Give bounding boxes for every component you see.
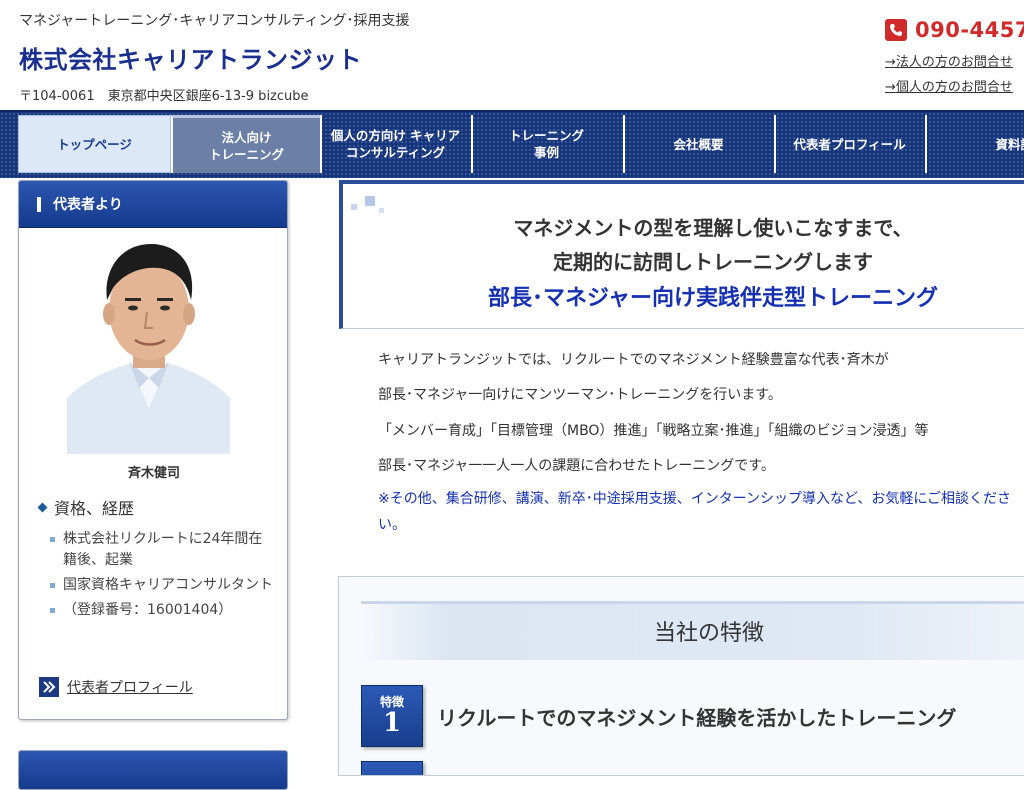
corporate-inquiry-link[interactable]: →法人の方のお問合せ: [885, 51, 1024, 70]
nav-top-page[interactable]: トップページ: [18, 115, 171, 173]
sidebar-heading-text: 代表者より: [53, 197, 123, 213]
company-address: 〒104-0061 東京都中央区銀座6-13-9 bizcube: [19, 89, 309, 104]
ceo-name: 斉木健司: [127, 466, 180, 481]
diamond-bullet-icon: [37, 502, 48, 512]
hero-line-1: マネジメントの型を理解し使いこなすまで、: [513, 216, 913, 240]
company-name-logo[interactable]: 株式会社キャリアトランジット: [19, 40, 362, 75]
nav-label: 会社概要: [673, 136, 724, 152]
list-item: 国家資格キャリアコンサルタント: [49, 575, 274, 596]
global-nav: トップページ 法人向け トレーニング 個人の方向け キャリアコンサルティング ト…: [0, 110, 1024, 178]
intro-paragraph-1: キャリアトランジットでは、リクルートでのマネジメント経験豊富な代表･斉木が: [378, 352, 889, 368]
feature-badge: [361, 761, 423, 775]
nav-corporate-training[interactable]: 法人向け トレーニング: [171, 115, 320, 173]
double-chevron-right-icon: [39, 677, 59, 697]
header-contact: 090-4457- →法人の方のお問合せ →個人の方のお問合せ: [885, 18, 1024, 95]
credentials-heading-text: 資格、経歴: [54, 499, 135, 518]
features-title: 当社の特徴: [653, 621, 764, 646]
hero-line-2: 定期的に訪問しトレーニングします: [553, 250, 873, 274]
nav-request-docs[interactable]: 資料請求: [925, 115, 1024, 173]
sidebar-heading: 代表者より: [19, 181, 287, 228]
sidebar-second-box: [18, 750, 288, 790]
phone-number[interactable]: 090-4457-: [915, 18, 1024, 42]
nav-training-cases[interactable]: トレーニング 事例: [471, 115, 620, 173]
credentials-list: 株式会社リクルートに24年間在籍後、起業 国家資格キャリアコンサルタント （登録…: [49, 529, 274, 625]
feature-badge: 特徴 1: [361, 685, 423, 747]
ceo-profile-link-text: 代表者プロフィール: [67, 680, 193, 696]
feature-badge-number: 1: [382, 707, 402, 738]
hero-banner: マネジメントの型を理解し使いこなすまで、 定期的に訪問しトレーニングします 部長…: [339, 180, 1024, 329]
credentials-heading: 資格、経歴: [37, 495, 135, 519]
nav-label: 法人向け トレーニング: [208, 129, 284, 162]
intro-paragraph-4: 部長･マネジャ一一人一人の課題に合わせたトレーニングです。: [378, 458, 775, 474]
individual-inquiry-link[interactable]: →個人の方のお問合せ: [885, 76, 1024, 95]
intro-paragraph-2: 部長･マネジャ一向けにマンツーマン･トレーニングを行います。: [378, 387, 782, 403]
ceo-profile-link[interactable]: 代表者プロフィール: [39, 677, 193, 697]
nav-label: トップページ: [57, 136, 132, 152]
list-item: （登録番号：16001404）: [49, 600, 274, 621]
feature-text: リクルートでのマネジメント経験を活かしたトレーニング: [437, 705, 957, 730]
feature-badge-label: 特徴: [379, 694, 404, 709]
nav-individual-career[interactable]: 個人の方向け キャリアコンサルティング: [320, 115, 469, 173]
feature-item: [361, 761, 437, 775]
nav-label: 資料請求: [995, 136, 1024, 152]
nav-label: 代表者プロフィール: [793, 136, 906, 152]
site-header: マネジャートレーニング･キャリアコンサルティング･採用支援 株式会社キャリアトラ…: [0, 0, 1024, 110]
nav-label: 個人の方向け キャリアコンサルティング: [330, 128, 461, 160]
phone-number-row: 090-4457-: [885, 18, 1024, 42]
phone-icon: [885, 19, 907, 41]
nav-ceo-profile[interactable]: 代表者プロフィール: [774, 115, 923, 173]
intro-paragraph-3: 「メンバー育成」「目標管理（MBO）推進」「戦略立案･推進」「組織のビジョン浸透…: [378, 423, 929, 439]
features-section: 当社の特徴 特徴 1 リクルートでのマネジメント経験を活かしたトレーニング: [338, 576, 1024, 776]
intro-note: ※その他、集合研修、講演、新卒･中途採用支援、インターンシップ導入など、お気軽に…: [378, 491, 1012, 533]
sidebar-second-heading: [19, 751, 287, 789]
heading-bar-icon: [37, 196, 41, 212]
nav-label: トレーニング 事例: [508, 128, 584, 160]
list-item: 株式会社リクルートに24年間在籍後、起業: [49, 529, 274, 571]
nav-company[interactable]: 会社概要: [623, 115, 772, 173]
site-tagline: マネジャートレーニング･キャリアコンサルティング･採用支援: [19, 13, 410, 29]
ceo-portrait-photo: [67, 238, 230, 454]
feature-item: 特徴 1 リクルートでのマネジメント経験を活かしたトレーニング: [361, 685, 956, 747]
ceo-message-box: 代表者より 斉木健司 資格、経歴 株式会社リクルートに24年間在籍後、起業 国家…: [18, 180, 288, 720]
hero-line-3: 部長･マネジャー向け実践伴走型トレーニング: [488, 286, 938, 311]
